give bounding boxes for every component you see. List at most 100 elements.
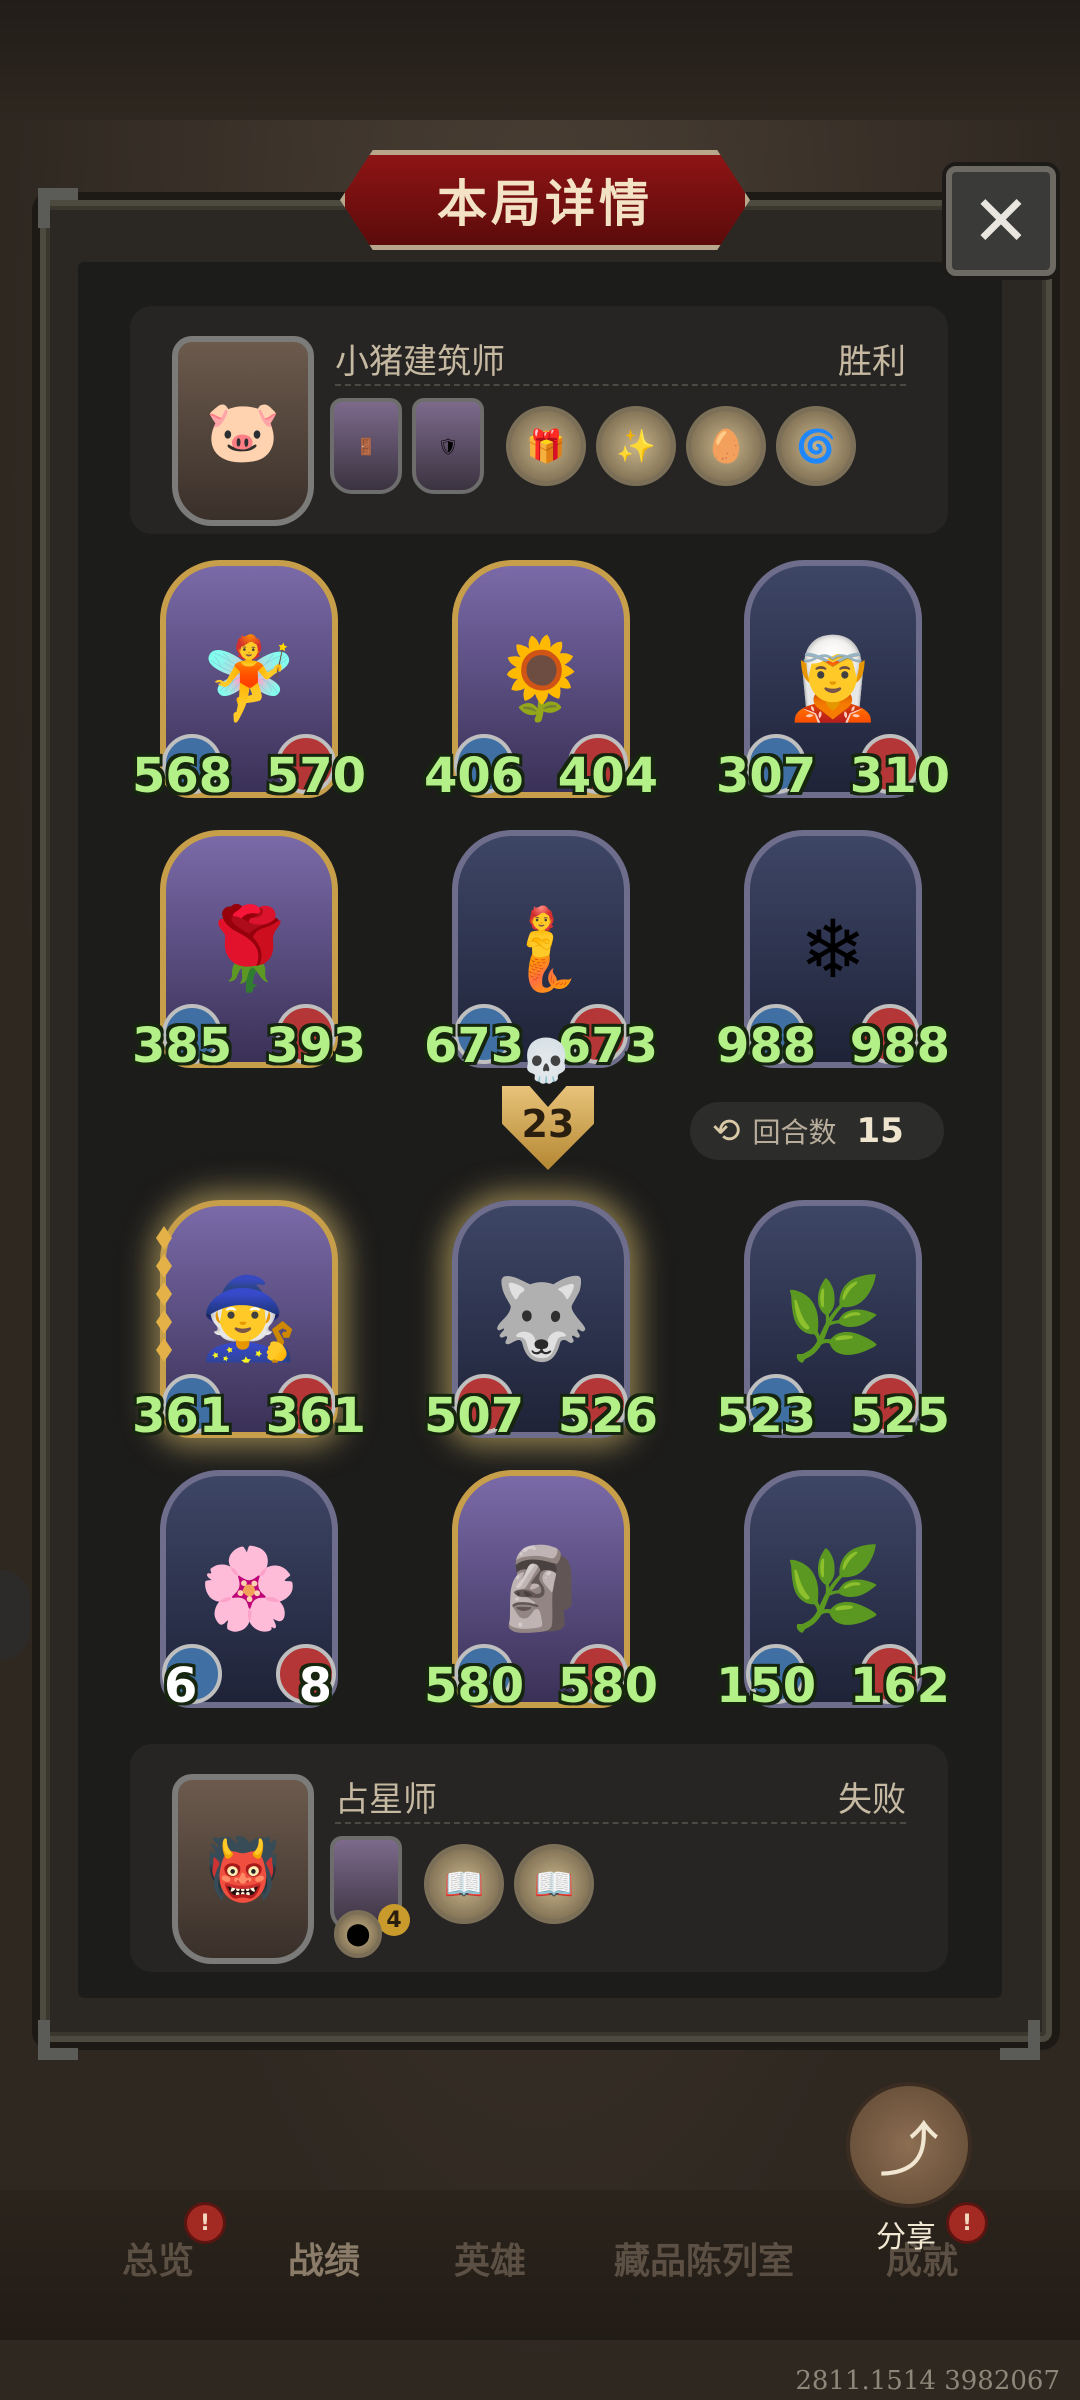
winner-player-card: 🐷 小猪建筑师 胜利 🚪 🛡 🎁 ✨ 🥚 🌀: [130, 306, 948, 534]
health-value: 361: [265, 1388, 366, 1444]
coin-icon: ⬤: [345, 1921, 371, 1947]
hero-card[interactable]: 🧝 307 310: [716, 560, 950, 804]
attack-value: 673: [424, 1018, 525, 1074]
health-value: 393: [265, 1018, 366, 1074]
book-icon: 📖: [534, 1865, 574, 1903]
health-value: 8: [298, 1658, 332, 1714]
player-result: 失败: [838, 1780, 906, 1820]
share-label: 分享: [876, 2220, 936, 2255]
close-button[interactable]: ✕: [946, 166, 1056, 276]
snowflake-icon: ❄: [799, 902, 867, 996]
attack-value: 385: [132, 1018, 233, 1074]
attack-value: 568: [132, 748, 233, 804]
player-portrait[interactable]: 👹: [172, 1774, 314, 1964]
health-value: 526: [557, 1388, 658, 1444]
kill-count: 23: [521, 1102, 575, 1146]
player-result: 胜利: [838, 342, 906, 382]
leaf-icon: 🌿: [783, 1542, 883, 1635]
title-banner: 本局详情: [340, 150, 750, 250]
ogre-icon: 👹: [205, 1834, 281, 1905]
vortex-icon: 🌀: [796, 427, 836, 465]
attack-value: 406: [424, 748, 525, 804]
door-icon: 🚪: [356, 436, 376, 456]
swap-icon: ⟲: [712, 1111, 741, 1151]
nav-record[interactable]: 战绩: [288, 2232, 360, 2284]
witch-icon: 🧙: [199, 1272, 299, 1365]
relic-orb[interactable]: 📖: [424, 1844, 504, 1924]
attack-value: 507: [424, 1388, 525, 1444]
leaf-icon: 🌿: [783, 1272, 883, 1365]
hero-card[interactable]: 🧜 673 673: [424, 830, 658, 1074]
relic-orb[interactable]: 📖: [514, 1844, 594, 1924]
health-value: 162: [849, 1658, 950, 1714]
hero-card[interactable]: 🌸 6 8: [160, 1470, 338, 1714]
attack-value: 988: [716, 1018, 817, 1074]
hero-card[interactable]: 🐺 507 526: [424, 1200, 658, 1444]
health-value: 310: [849, 748, 950, 804]
egg-icon: 🥚: [706, 427, 746, 465]
health-value: 988: [849, 1018, 950, 1074]
close-icon: ✕: [971, 180, 1031, 262]
star-level: [156, 1226, 172, 1362]
health-value: 404: [557, 748, 658, 804]
equipped-card[interactable]: 🛡: [412, 398, 484, 494]
relic-orb[interactable]: ✨: [596, 406, 676, 486]
pig-icon: 🐷: [205, 396, 281, 467]
sparkle-icon: ✨: [616, 427, 656, 465]
relic-orb[interactable]: ⬤: [334, 1910, 382, 1958]
werewolf-icon: 🐺: [491, 1272, 591, 1365]
footer-id: 2811.1514 3982067: [795, 2366, 1060, 2396]
attack-value: 361: [132, 1388, 233, 1444]
health-value: 570: [265, 748, 366, 804]
attack-value: 6: [164, 1658, 198, 1714]
hero-card[interactable]: 🌿 150 162: [716, 1470, 950, 1714]
armor-icon: 🛡: [437, 436, 459, 456]
relic-orb[interactable]: 🎁: [506, 406, 586, 486]
nav-collection[interactable]: 藏品陈列室: [614, 2232, 794, 2284]
attack-value: 523: [716, 1388, 817, 1444]
relic-row: 🚪 🛡 🎁 ✨ 🥚 🌀: [330, 398, 856, 494]
fairy-icon: 🧚: [199, 632, 299, 725]
notification-badge: !: [184, 2202, 226, 2244]
share-button[interactable]: ⤴: [846, 2082, 972, 2208]
top-bar: [0, 0, 1080, 120]
health-value: 580: [557, 1658, 658, 1714]
hero-card[interactable]: 🌻 406 404: [424, 560, 658, 804]
hero-card[interactable]: 🧙 361 361: [132, 1200, 366, 1444]
book-icon: 📖: [444, 1865, 484, 1903]
loser-player-card: 👹 占星师 失败 4 📖 📖 ⬤: [130, 1744, 948, 1972]
relic-orb[interactable]: 🌀: [776, 406, 856, 486]
hero-card[interactable]: 🌿 523 525: [716, 1200, 950, 1444]
hero-card[interactable]: 🌹 385 393: [132, 830, 366, 1074]
page-title: 本局详情: [437, 175, 653, 233]
equipped-card[interactable]: 🚪: [330, 398, 402, 494]
divider: [335, 384, 906, 386]
hero-card[interactable]: ❄ 988 988: [716, 830, 950, 1074]
rounds-pill: ⟲ 回合数 15: [690, 1102, 944, 1160]
attack-value: 307: [716, 748, 817, 804]
mermaid-icon: 🧜: [491, 902, 591, 995]
card-level-badge: 4: [378, 1904, 410, 1936]
totem-icon: 🗿: [491, 1542, 591, 1635]
player-portrait[interactable]: 🐷: [172, 336, 314, 526]
health-value: 525: [849, 1388, 950, 1444]
divider: [335, 1822, 906, 1824]
nav-overview[interactable]: 总览: [122, 2232, 194, 2284]
notification-badge: !: [946, 2202, 988, 2244]
attack-value: 150: [716, 1658, 817, 1714]
rounds-value: 15: [856, 1111, 904, 1151]
gift-icon: 🎁: [526, 427, 566, 465]
skull-icon: 💀: [520, 1036, 573, 1085]
player-name: 小猪建筑师: [335, 342, 505, 382]
rounds-label: 回合数: [752, 1116, 837, 1149]
attack-value: 580: [424, 1658, 525, 1714]
hero-card[interactable]: 🗿 580 580: [424, 1470, 658, 1714]
hero-card[interactable]: 🧚 568 570: [132, 560, 366, 804]
rose-icon: 🌹: [199, 902, 299, 995]
nav-heroes[interactable]: 英雄: [454, 2232, 526, 2284]
sunflower-icon: 🌻: [491, 632, 591, 725]
elf-icon: 🧝: [783, 632, 883, 725]
relic-orb[interactable]: 🥚: [686, 406, 766, 486]
share-icon: ⤴: [879, 2115, 939, 2186]
player-name: 占星师: [335, 1780, 437, 1820]
